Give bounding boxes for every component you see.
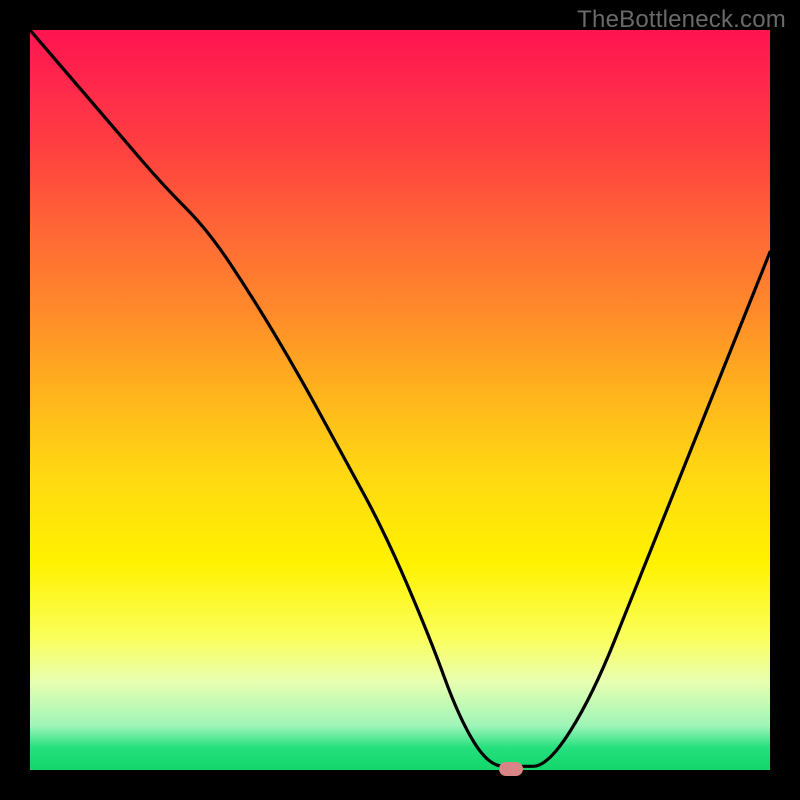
- optimum-marker: [499, 762, 523, 776]
- chart-stage: TheBottleneck.com: [0, 0, 800, 800]
- curve-svg: [30, 30, 770, 770]
- bottleneck-curve: [30, 30, 770, 766]
- plot-area: [30, 30, 770, 770]
